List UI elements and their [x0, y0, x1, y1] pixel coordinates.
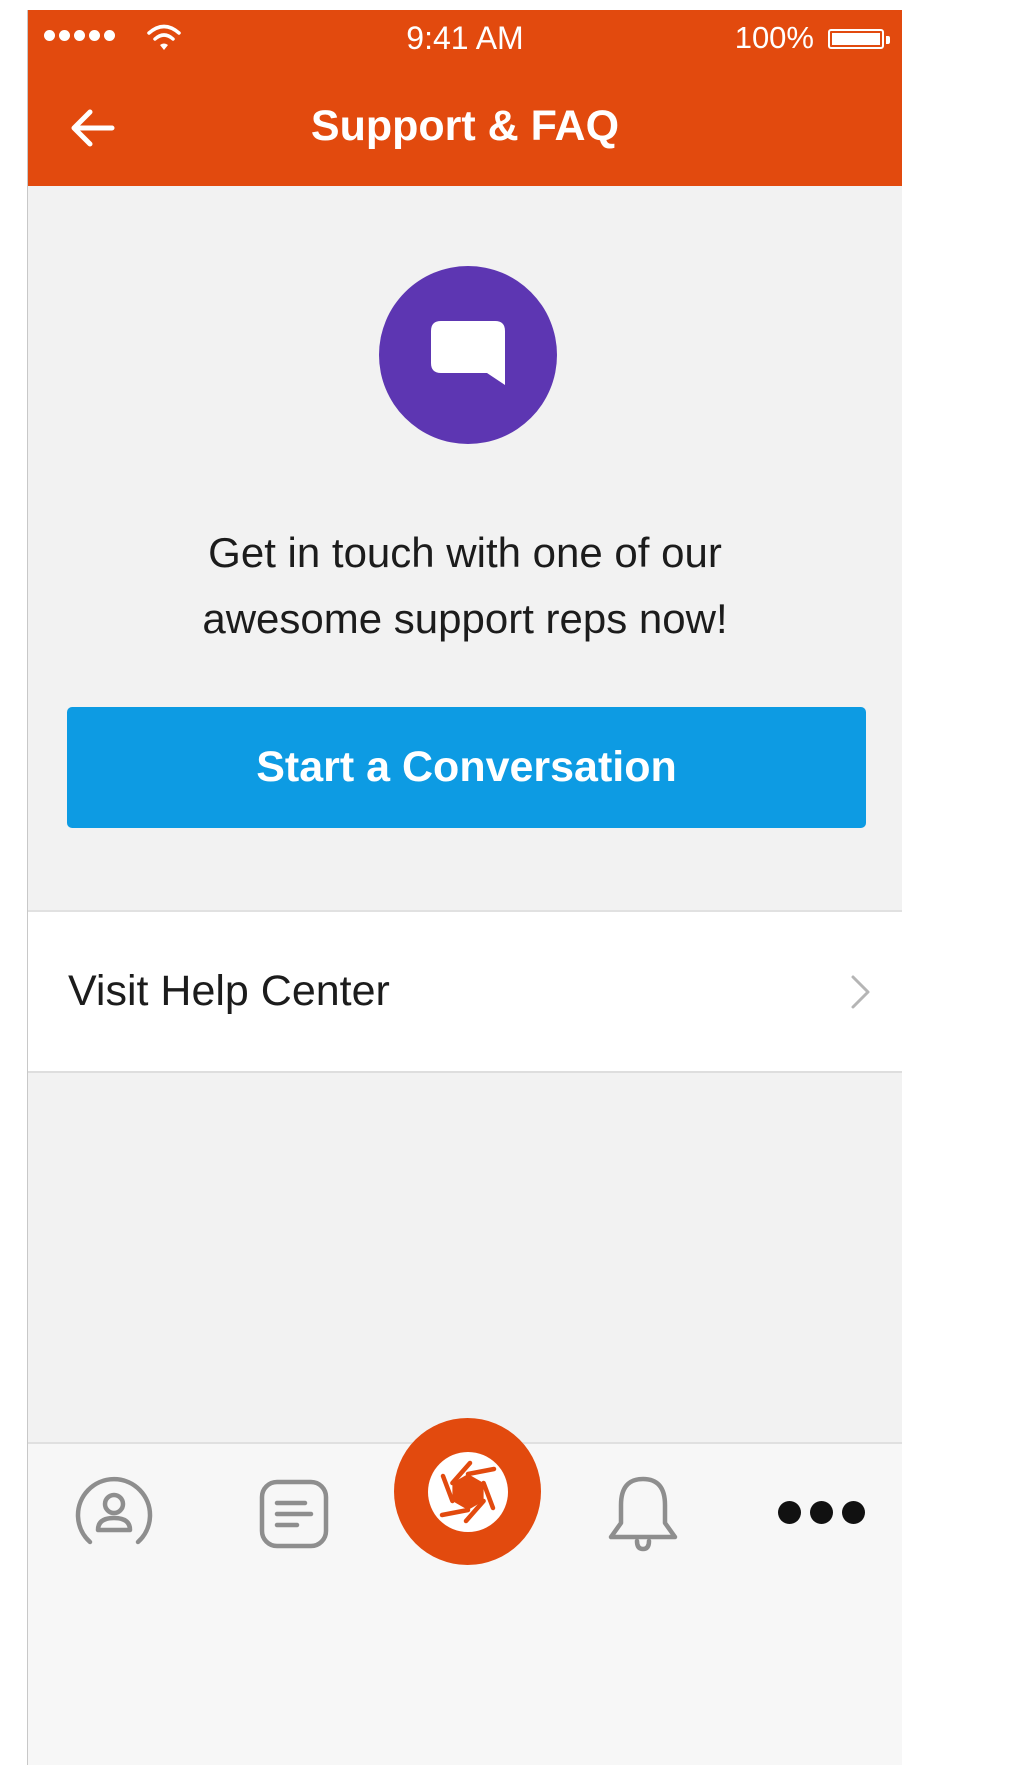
tab-more[interactable]: [766, 1482, 876, 1542]
support-message-line-1: Get in touch with one of our: [208, 529, 722, 576]
battery-percentage: 100%: [734, 20, 814, 55]
status-bar: 9:41 AM 100%: [28, 10, 902, 66]
page-title: Support & FAQ: [310, 102, 620, 150]
bell-icon: [608, 1476, 678, 1552]
support-message-line-2: awesome support reps now!: [202, 595, 728, 642]
help-center-label: Visit Help Center: [68, 967, 390, 1015]
app-header: 9:41 AM 100% Support & FAQ: [28, 10, 902, 186]
more-icon: [777, 1500, 865, 1524]
support-chat-badge: [379, 266, 557, 444]
tab-feed[interactable]: [254, 1468, 334, 1560]
battery-icon: [828, 29, 890, 49]
tab-profile[interactable]: [68, 1468, 160, 1560]
tab-camera[interactable]: [394, 1418, 541, 1565]
phone-screen: 9:41 AM 100% Support & FAQ Get in touch …: [28, 10, 902, 1765]
chat-bubble-icon: [431, 321, 505, 385]
tab-notifications[interactable]: [600, 1468, 686, 1560]
camera-shutter-icon: [427, 1451, 508, 1532]
support-message: Get in touch with one of our awesome sup…: [28, 520, 902, 652]
feed-icon: [259, 1479, 329, 1549]
start-conversation-button[interactable]: Start a Conversation: [67, 707, 866, 828]
chevron-right-icon: [850, 974, 872, 1015]
visit-help-center-row[interactable]: Visit Help Center: [28, 910, 902, 1073]
profile-icon: [75, 1477, 153, 1545]
